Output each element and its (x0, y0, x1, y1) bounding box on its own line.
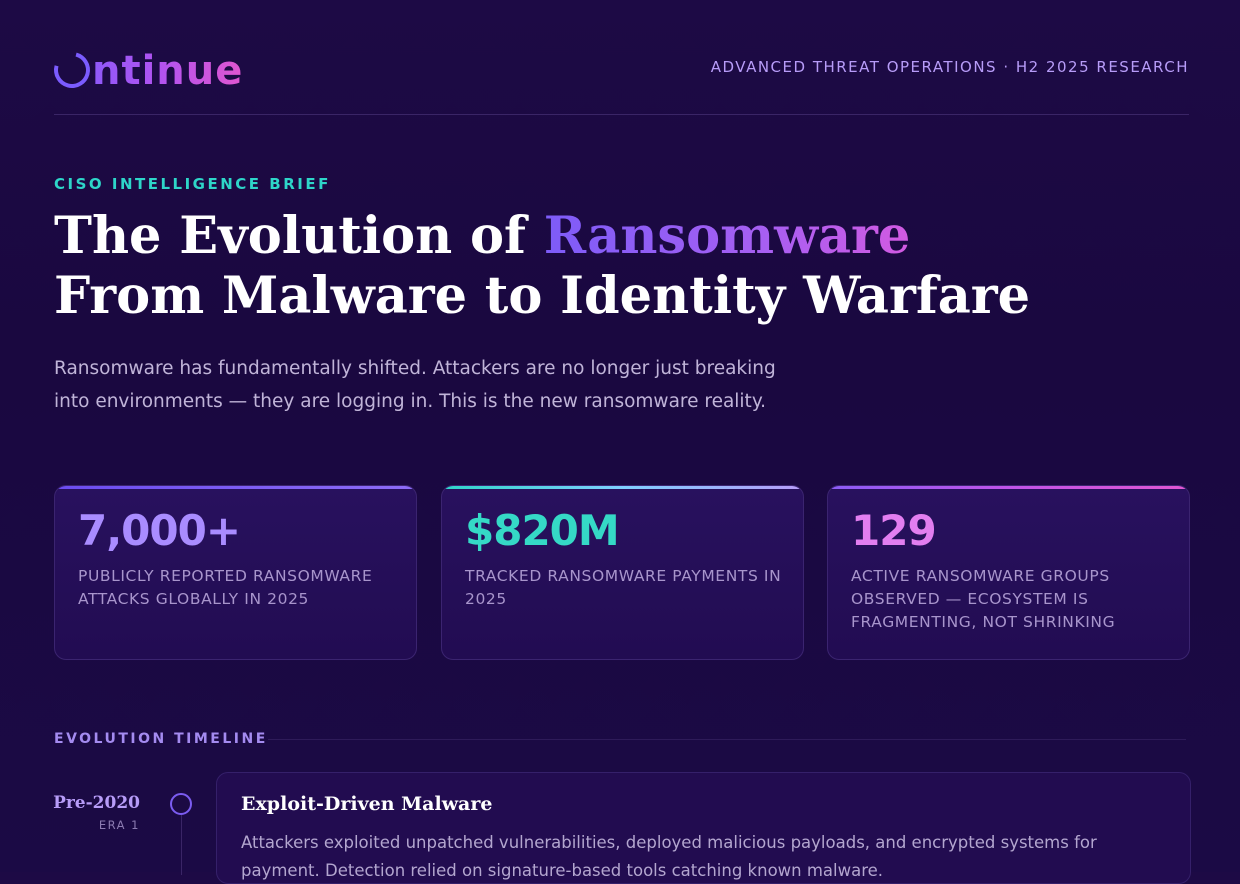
stat-card-attacks: 7,000+ PUBLICLY REPORTED RANSOMWARE ATTA… (54, 485, 417, 660)
era-number: ERA 1 (98, 818, 140, 832)
hero-kicker: CISO INTELLIGENCE BRIEF (54, 175, 331, 193)
hero-lede: Ransomware has fundamentally shifted. At… (54, 358, 776, 412)
stat-label: ACTIVE RANSOMWARE GROUPS OBSERVED — ECOS… (851, 567, 1116, 631)
logo-wordmark: ntinue (92, 48, 244, 94)
era-card: Exploit-Driven Malware Attackers exploit… (216, 772, 1191, 884)
header: ntinue ADVANCED THREAT OPERATIONS · H2 2… (47, 44, 1189, 95)
stat-label: TRACKED RANSOMWARE PAYMENTS IN 2025 (465, 567, 782, 608)
timeline-heading-rule (268, 739, 1186, 740)
ontinue-logo[interactable]: ntinue (47, 45, 244, 95)
stat-cards: 7,000+ PUBLICLY REPORTED RANSOMWARE ATTA… (54, 485, 1190, 660)
stat-value: 7,000+ (78, 506, 241, 555)
title-part1: The Evolution of (54, 206, 544, 266)
title-accent: Ransomware (543, 206, 911, 266)
title-line2: From Malware to Identity Warfare (54, 266, 1031, 326)
stat-card-groups: 129 ACTIVE RANSOMWARE GROUPS OBSERVED — … (827, 485, 1190, 660)
stat-label: PUBLICLY REPORTED RANSOMWARE ATTACKS GLO… (78, 567, 373, 608)
card-accent-bar (442, 486, 803, 489)
timeline-connector (181, 815, 182, 875)
header-tagline: ADVANCED THREAT OPERATIONS · H2 2025 RES… (710, 58, 1189, 76)
page-title: The Evolution of Ransomware From Malware … (54, 206, 1030, 326)
timeline-heading: EVOLUTION TIMELINE (54, 731, 268, 747)
era-year: Pre-2020 (53, 793, 140, 813)
stat-card-payments: $820M TRACKED RANSOMWARE PAYMENTS IN 202… (441, 485, 804, 660)
era-description: Attackers exploited unpatched vulnerabil… (241, 833, 1097, 880)
header-divider (54, 114, 1189, 115)
era-title: Exploit-Driven Malware (241, 793, 493, 815)
logo-ring-icon (47, 45, 97, 95)
stat-value: 129 (851, 506, 937, 555)
card-accent-bar (828, 486, 1189, 489)
timeline-node-icon (170, 793, 192, 815)
stat-value: $820M (465, 506, 620, 555)
card-accent-bar (55, 486, 416, 489)
